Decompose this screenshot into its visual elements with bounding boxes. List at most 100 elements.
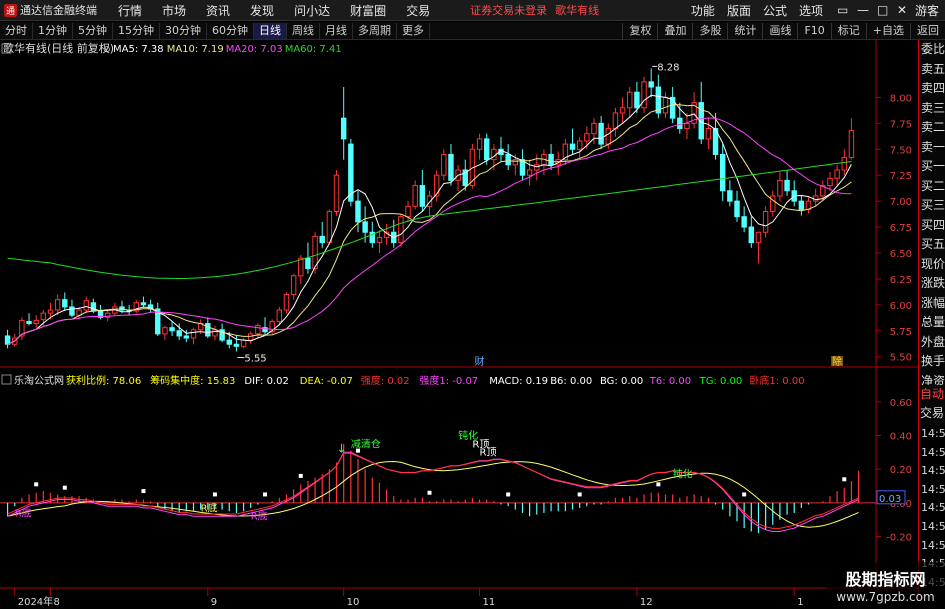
candle[interactable] bbox=[441, 149, 447, 181]
candle[interactable] bbox=[777, 172, 783, 202]
candle[interactable] bbox=[155, 302, 161, 336]
candle[interactable] bbox=[162, 325, 168, 341]
period-tab-day[interactable]: 日线 bbox=[254, 22, 287, 39]
candle[interactable] bbox=[355, 190, 361, 233]
candle[interactable] bbox=[734, 190, 740, 222]
candle[interactable] bbox=[476, 133, 483, 160]
tool-draw-button[interactable]: 画线 bbox=[762, 22, 797, 39]
candle[interactable] bbox=[169, 321, 175, 336]
tool-overlay-button[interactable]: 叠加 bbox=[657, 22, 692, 39]
candle[interactable] bbox=[4, 329, 11, 349]
window-close-icon[interactable]: ✕ bbox=[891, 3, 907, 17]
period-tab-multi[interactable]: 多周期 bbox=[353, 22, 397, 39]
candle[interactable] bbox=[719, 144, 726, 202]
menu-item-discover[interactable]: 发现 bbox=[240, 2, 284, 19]
candle[interactable] bbox=[691, 92, 697, 129]
candle[interactable] bbox=[619, 97, 626, 124]
menu-item-formula[interactable]: 公式 bbox=[757, 2, 793, 19]
candle[interactable] bbox=[391, 219, 397, 248]
indicator-collapse-icon[interactable] bbox=[1, 374, 12, 385]
period-tab-60min[interactable]: 60分钟 bbox=[207, 22, 254, 39]
candle[interactable] bbox=[333, 170, 340, 216]
candle[interactable] bbox=[283, 292, 290, 314]
candle[interactable] bbox=[26, 313, 32, 326]
candle[interactable] bbox=[97, 304, 104, 320]
tool-fuquan-button[interactable]: 复权 bbox=[622, 22, 657, 39]
candle[interactable] bbox=[212, 325, 218, 341]
candle[interactable] bbox=[755, 231, 762, 264]
period-tab-week[interactable]: 周线 bbox=[287, 22, 320, 39]
candle[interactable] bbox=[612, 107, 619, 137]
candle[interactable] bbox=[834, 164, 840, 186]
candle[interactable] bbox=[798, 195, 805, 216]
candle[interactable] bbox=[684, 112, 690, 139]
candle[interactable] bbox=[340, 87, 347, 160]
auto-label[interactable]: 自动 bbox=[919, 385, 945, 404]
period-tab-fenshi[interactable]: 分时 bbox=[0, 22, 33, 39]
event-marker[interactable]: 除 bbox=[832, 355, 842, 368]
candle[interactable] bbox=[784, 170, 790, 196]
candle[interactable] bbox=[262, 317, 268, 336]
menu-item-ask[interactable]: 问小达 bbox=[284, 2, 340, 19]
kline-chart[interactable]: 歌华有线(日线 前复权) ⊙ MA5: 7.38 MA10: 7.19 MA20: … bbox=[0, 40, 918, 609]
candle[interactable] bbox=[627, 87, 633, 119]
candle[interactable] bbox=[19, 317, 25, 341]
menu-item-wealth[interactable]: 财富圈 bbox=[340, 2, 396, 19]
tool-back-button[interactable]: 返回 bbox=[910, 22, 945, 39]
login-status[interactable]: 证券交易未登录 bbox=[470, 2, 547, 18]
settings-dot-icon[interactable]: ⊙ bbox=[103, 45, 111, 55]
candle[interactable] bbox=[248, 331, 254, 345]
menu-item-function[interactable]: 功能 bbox=[685, 2, 721, 19]
period-tab-15min[interactable]: 15分钟 bbox=[113, 22, 160, 39]
window-restore-icon[interactable]: ▭ bbox=[831, 3, 848, 17]
period-tab-more[interactable]: 更多 bbox=[397, 22, 430, 39]
guest-label[interactable]: 游客 bbox=[909, 2, 945, 19]
candle[interactable] bbox=[147, 299, 154, 314]
candle[interactable] bbox=[541, 149, 547, 176]
candle[interactable] bbox=[648, 68, 654, 98]
candle[interactable] bbox=[505, 144, 511, 171]
period-tab-30min[interactable]: 30分钟 bbox=[160, 22, 207, 39]
candle[interactable] bbox=[770, 190, 776, 217]
menu-item-news[interactable]: 资讯 bbox=[196, 2, 240, 19]
window-minimize-icon[interactable]: — bbox=[851, 3, 869, 17]
trade-label[interactable]: 交易 bbox=[919, 404, 945, 423]
menu-item-options[interactable]: 选项 bbox=[793, 2, 829, 19]
tool-multistock-button[interactable]: 多股 bbox=[692, 22, 727, 39]
candle[interactable] bbox=[133, 299, 140, 314]
candle[interactable] bbox=[662, 92, 669, 119]
candle[interactable] bbox=[812, 188, 819, 207]
candle[interactable] bbox=[376, 230, 383, 253]
event-marker[interactable]: 财 bbox=[475, 355, 485, 368]
candle[interactable] bbox=[848, 118, 855, 160]
tool-stats-button[interactable]: 统计 bbox=[727, 22, 762, 39]
window-maximize-icon[interactable]: □ bbox=[871, 3, 888, 17]
candle[interactable] bbox=[827, 172, 833, 191]
tool-f10-button[interactable]: F10 bbox=[797, 22, 830, 39]
tool-mark-button[interactable]: 标记 bbox=[830, 22, 866, 39]
tool-addfav-button[interactable]: +自选 bbox=[865, 22, 910, 39]
candle[interactable] bbox=[83, 296, 89, 314]
menu-item-market[interactable]: 市场 bbox=[152, 2, 196, 19]
menu-item-layout[interactable]: 版面 bbox=[721, 2, 757, 19]
period-tab-1min[interactable]: 1分钟 bbox=[33, 22, 73, 39]
candle[interactable] bbox=[190, 327, 197, 345]
candle[interactable] bbox=[519, 149, 526, 181]
period-tab-month[interactable]: 月线 bbox=[320, 22, 353, 39]
candle[interactable] bbox=[641, 76, 647, 113]
candle[interactable] bbox=[140, 296, 147, 307]
candle[interactable] bbox=[791, 180, 797, 207]
candle[interactable] bbox=[598, 116, 604, 150]
candle[interactable] bbox=[348, 138, 354, 207]
candle[interactable] bbox=[705, 118, 712, 150]
candle[interactable] bbox=[741, 206, 747, 233]
candle[interactable] bbox=[412, 180, 418, 210]
candle[interactable] bbox=[762, 206, 769, 238]
candle[interactable] bbox=[698, 81, 704, 145]
candle[interactable] bbox=[569, 128, 576, 155]
candle[interactable] bbox=[290, 273, 297, 300]
candle[interactable] bbox=[419, 170, 426, 212]
menu-item-hq[interactable]: 行情 bbox=[108, 2, 152, 19]
candle[interactable] bbox=[33, 315, 39, 328]
menu-item-trade[interactable]: 交易 bbox=[396, 2, 440, 19]
